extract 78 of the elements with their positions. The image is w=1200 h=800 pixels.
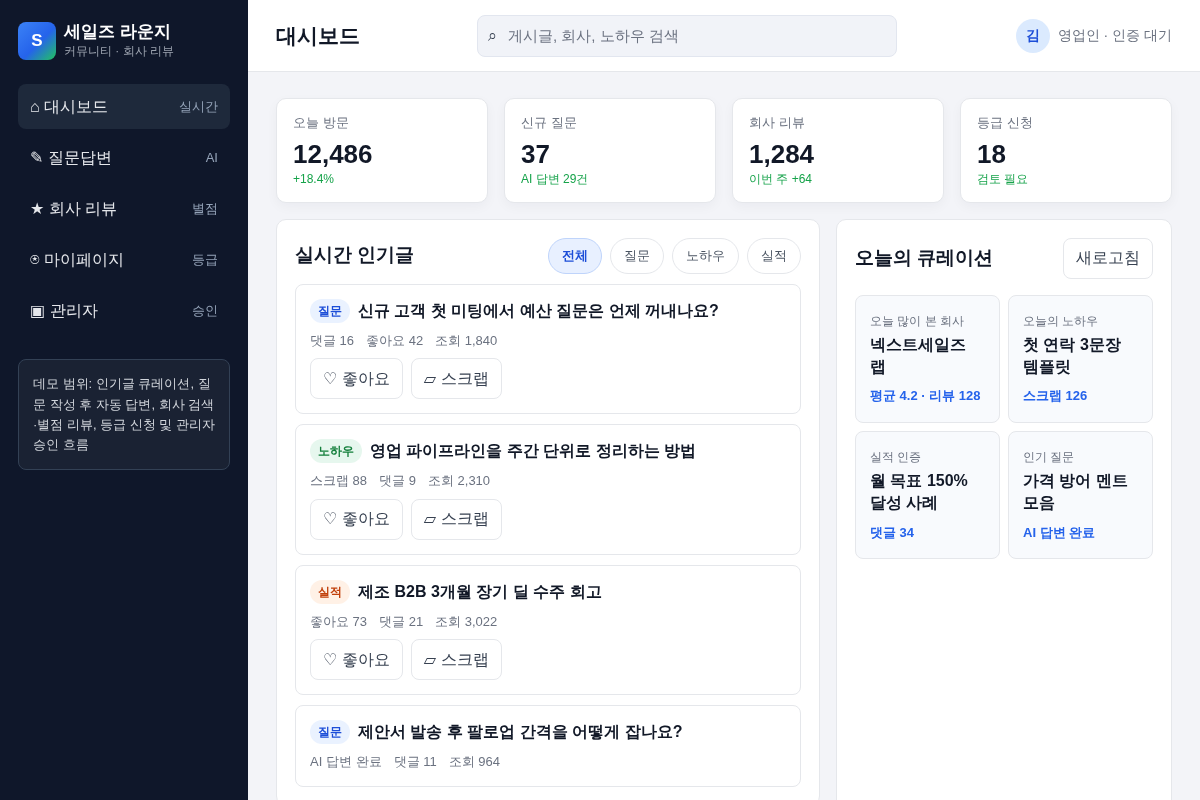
post-stat: 스크랩 88 [310, 472, 368, 491]
card-label: 오늘 많이 본 회사 [870, 312, 965, 330]
post-title[interactable]: 신규 고객 첫 미팅에서 예산 질문은 언제 꺼내나요? [358, 298, 719, 323]
scrap-button[interactable]: ▱ 스크랩 [410, 498, 502, 540]
card-title: 가격 방어 멘트 모음 [1023, 470, 1129, 514]
sidebar-item[interactable]: ✎ 질문답변 AI [18, 135, 230, 181]
category-tag: 질문 [310, 298, 350, 323]
post-title[interactable]: 제조 B2B 3개월 장기 딜 수주 회고 [358, 579, 602, 604]
curation-card[interactable]: 오늘의 노하우 첫 연락 3문장 템플릿 스크랩 126 [1008, 294, 1153, 423]
post-stat: 조회 964 [448, 753, 500, 772]
like-button[interactable]: ♡ 좋아요 [310, 358, 403, 400]
post-card[interactable]: 질문 신규 고객 첫 미팅에서 예산 질문은 언제 꺼내나요? 댓글 16 좋아요 42 조회 1,840 ♡ 좋아요 ▱ 스크랩 [295, 283, 801, 415]
card-label: 오늘의 노하우 [1023, 312, 1100, 330]
post-stat: 좋아요 73 [310, 612, 368, 631]
card-label: 실적 인증 [870, 448, 923, 466]
stat-change: 이번 주 +64 [749, 170, 814, 188]
section-title: 오늘의 큐레이션 [855, 245, 994, 270]
stat-change: +18.4% [293, 170, 336, 188]
scrap-button[interactable]: ▱ 스크랩 [410, 358, 502, 400]
card-meta: AI 답변 완료 [1023, 523, 1097, 542]
post-title[interactable]: 제안서 발송 후 팔로업 간격을 어떻게 잡나요? [358, 720, 683, 745]
logo: S [18, 22, 56, 61]
sidebar-item[interactable]: ★ 회사 리뷰 별점 [18, 186, 230, 232]
stat-change: 검토 필요 [977, 170, 1030, 188]
sidebar-item[interactable]: ▣ 관리자 승인 [18, 288, 230, 334]
category-tag: 질문 [310, 720, 350, 745]
stat-value: 18 [977, 138, 1007, 170]
curation-card[interactable]: 오늘 많이 본 회사 넥스트세일즈 랩 평균 4.2 · 리뷰 128 [855, 294, 1000, 423]
stat-value: 37 [521, 138, 551, 170]
post-title[interactable]: 영업 파이프라인을 주간 단위로 정리하는 방법 [370, 439, 697, 464]
card-title: 첫 연락 3문장 템플릿 [1023, 334, 1122, 378]
category-tag: 노하우 [310, 439, 362, 464]
post-stat: AI 답변 완료 [310, 753, 382, 772]
search-icon: ⌕ [488, 25, 497, 45]
post-stat: 댓글 9 [379, 472, 416, 491]
card-meta: 댓글 34 [870, 523, 916, 542]
post-card[interactable]: 실적 제조 B2B 3개월 장기 딜 수주 회고 좋아요 73 댓글 21 조회 3,022 ♡ 좋아요 ▱ 스크랩 [295, 564, 801, 696]
stat-change: AI 답변 29건 [521, 170, 590, 188]
stat-label: 등급 신청 [977, 114, 1034, 132]
curation-card[interactable]: 인기 질문 가격 방어 멘트 모음 AI 답변 완료 [1008, 430, 1153, 560]
card-meta: 평균 4.2 · 리뷰 128 [870, 387, 982, 406]
card-title: 넥스트세일즈 랩 [870, 334, 967, 378]
filter-chip[interactable]: 질문 [610, 237, 664, 274]
demo-note: 데모 범위: 인기글 큐레이션, 질문 작성 후 자동 답변, 회사 검색·별점 리뷰, 등급 신청 및 관리자 승인 흐름 [18, 359, 230, 470]
card-label: 인기 질문 [1023, 448, 1076, 466]
page-title: 대시보드 [276, 22, 361, 49]
post-card[interactable]: 노하우 영업 파이프라인을 주간 단위로 정리하는 방법 스크랩 88 댓글 9 조회 2,310 ♡ 좋아요 ▱ 스크랩 [295, 424, 801, 555]
stat-value: 12,486 [293, 138, 374, 170]
post-stat: 조회 1,840 [435, 331, 498, 350]
like-button[interactable]: ♡ 좋아요 [310, 498, 403, 540]
sidebar-item[interactable]: ⌂ 대시보드 실시간 [18, 84, 230, 130]
user-status: 영업인 · 인증 대기 [1057, 26, 1172, 45]
stat-label: 오늘 방문 [293, 114, 350, 132]
curation-card[interactable]: 실적 인증 월 목표 150% 달성 사례 댓글 34 [855, 430, 1000, 560]
scrap-button[interactable]: ▱ 스크랩 [410, 639, 502, 681]
brand-tagline: 커뮤니티 · 회사 리뷰 [64, 43, 174, 61]
stat-label: 신규 질문 [521, 114, 578, 132]
post-stat: 댓글 11 [393, 753, 437, 772]
filter-chip[interactable]: 노하우 [672, 237, 739, 274]
section-title: 실시간 인기글 [295, 243, 415, 268]
category-tag: 실적 [310, 579, 350, 604]
refresh-button[interactable]: 새로고침 [1063, 237, 1153, 279]
post-stat: 댓글 16 [310, 331, 355, 350]
like-button[interactable]: ♡ 좋아요 [310, 639, 403, 681]
post-stat: 좋아요 42 [366, 331, 424, 350]
stat-value: 1,284 [749, 138, 816, 170]
avatar[interactable]: 김 [1015, 18, 1050, 53]
sidebar-item[interactable]: ⍟ 마이페이지 등급 [18, 237, 230, 283]
post-stat: 댓글 21 [379, 612, 424, 631]
post-card[interactable]: 질문 제안서 발송 후 팔로업 간격을 어떻게 잡나요? AI 답변 완료 댓글 11 조회 964 [295, 705, 801, 787]
card-meta: 스크랩 126 [1023, 387, 1089, 406]
post-stat: 조회 2,310 [427, 472, 491, 491]
filter-chip[interactable]: 실적 [747, 237, 801, 274]
card-title: 월 목표 150% 달성 사례 [870, 470, 969, 514]
filter-chip[interactable]: 전체 [548, 237, 602, 274]
stat-label: 회사 리뷰 [749, 114, 806, 132]
post-stat: 조회 3,022 [435, 612, 498, 631]
brand-name: 세일즈 라운지 [64, 22, 172, 43]
